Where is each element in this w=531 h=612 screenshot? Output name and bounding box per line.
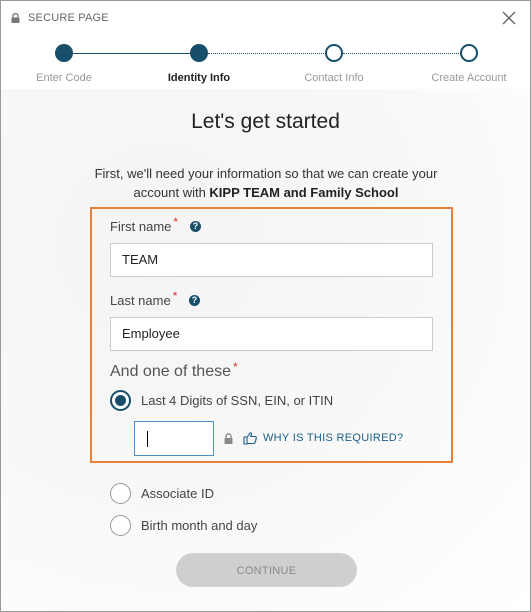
required-marker: * <box>232 360 238 374</box>
page-title: Let's get started <box>191 110 340 133</box>
last-name-label: Last name * <box>110 289 177 308</box>
one-of-these-label: And one of these * <box>110 360 238 381</box>
close-icon[interactable] <box>500 9 518 27</box>
text-caret <box>147 431 148 447</box>
dialog-frame: SECURE PAGE Enter Code Identity Info Con… <box>0 0 531 612</box>
step-connector <box>343 53 461 54</box>
required-marker: * <box>173 215 179 229</box>
radio-birth-month-day-label[interactable]: Birth month and day <box>141 518 257 533</box>
last-name-help-icon[interactable]: ? <box>189 295 200 306</box>
first-name-help-icon[interactable]: ? <box>190 221 201 232</box>
secure-header: SECURE PAGE <box>1 1 530 37</box>
one-of-these-text: And one of these <box>110 363 231 380</box>
lock-icon <box>224 433 233 444</box>
step-label-contact-info: Contact Info <box>304 72 364 84</box>
radio-ssn[interactable] <box>110 390 131 411</box>
step-dot-create-account <box>460 44 478 62</box>
progress-stepper: Enter Code Identity Info Contact Info Cr… <box>1 37 530 89</box>
step-label-identity-info: Identity Info <box>167 72 231 84</box>
radio-ssn-label[interactable]: Last 4 Digits of SSN, EIN, or ITIN <box>141 393 333 408</box>
lock-icon <box>11 13 20 23</box>
last-name-input[interactable]: Employee <box>110 317 433 351</box>
why-is-this-required-link[interactable]: WHY IS THIS REQUIRED? <box>263 432 403 444</box>
pointing-hand-icon[interactable] <box>243 432 257 445</box>
ssn-last4-input[interactable] <box>134 421 214 456</box>
first-name-label: First name * <box>110 215 178 234</box>
first-name-label-text: First name <box>110 219 172 234</box>
radio-associate-id[interactable] <box>110 483 131 504</box>
step-label-create-account: Create Account <box>431 72 507 84</box>
step-connector <box>208 53 326 54</box>
required-marker: * <box>172 289 178 303</box>
secure-page-label: SECURE PAGE <box>28 12 109 24</box>
intro-line-1: First, we'll need your information so th… <box>94 166 438 181</box>
radio-birth-month-day[interactable] <box>110 515 131 536</box>
first-name-input[interactable]: TEAM <box>110 243 433 277</box>
step-connector <box>73 53 191 54</box>
step-dot-identity-info <box>190 44 208 62</box>
step-dot-contact-info <box>325 44 343 62</box>
intro-line-2-prefix: account with <box>133 185 210 200</box>
step-dot-enter-code <box>55 44 73 62</box>
last-name-label-text: Last name <box>110 293 171 308</box>
radio-associate-id-label[interactable]: Associate ID <box>141 486 214 501</box>
organization-name: KIPP TEAM and Family School <box>209 185 399 200</box>
continue-button[interactable]: CONTINUE <box>176 553 357 587</box>
intro-text: First, we'll need your information so th… <box>41 164 491 202</box>
step-label-enter-code: Enter Code <box>36 72 92 84</box>
